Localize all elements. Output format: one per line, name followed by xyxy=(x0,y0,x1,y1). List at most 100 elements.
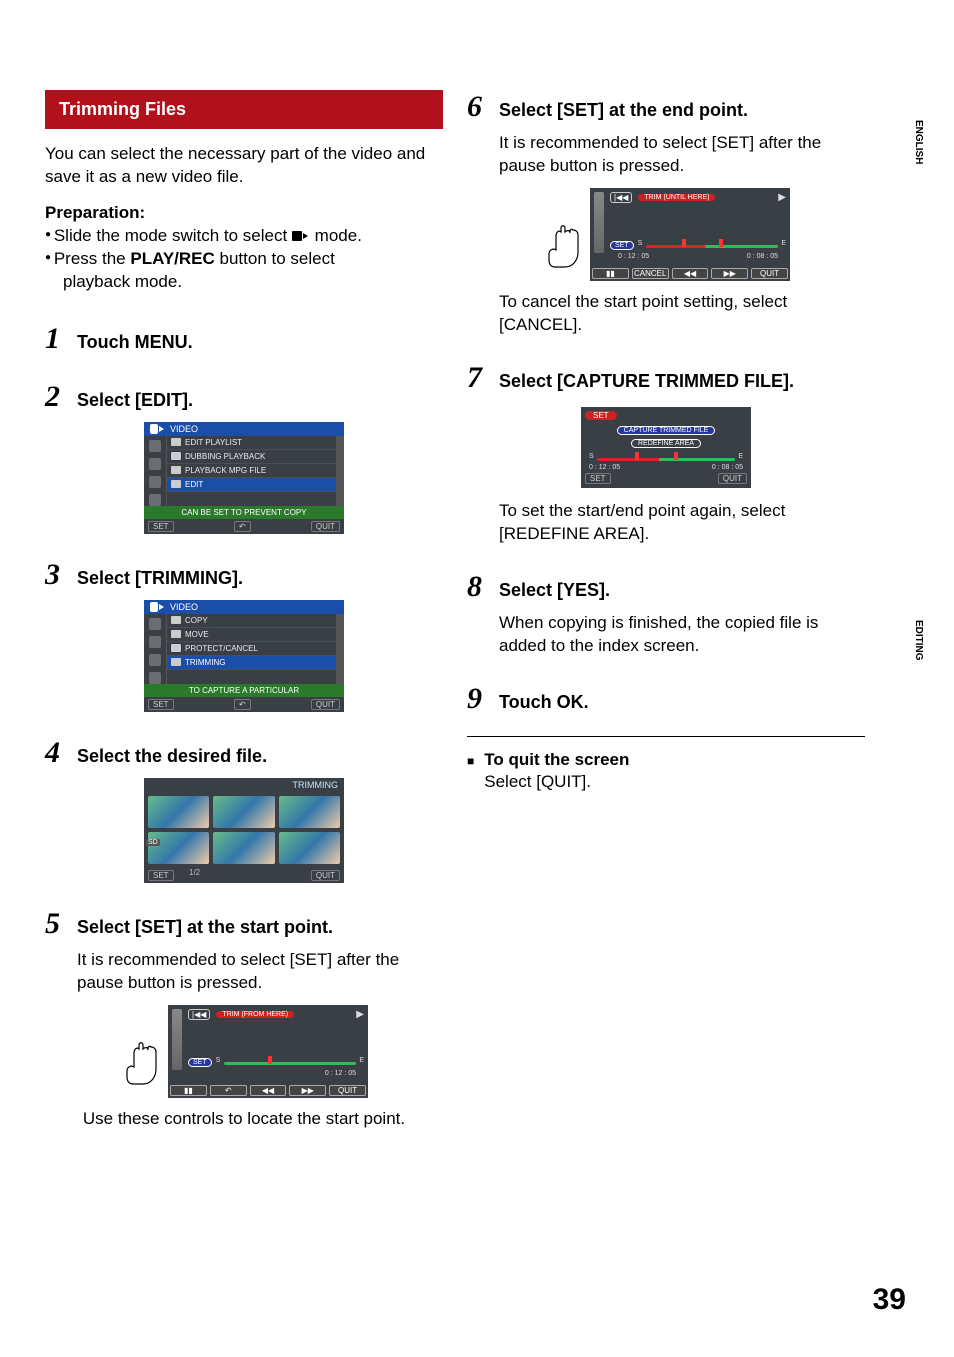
step-6-title: Select [SET] at the end point. xyxy=(499,100,748,121)
menu-item[interactable]: EDIT PLAYLIST xyxy=(167,436,336,450)
trim-end-screenshot: |◀◀ TRIM (UNTIL HERE) ▶ SET S xyxy=(542,188,790,281)
side-icon xyxy=(149,458,161,470)
rewind-button[interactable]: ◀◀ xyxy=(672,268,709,279)
side-label-editing: EDITING xyxy=(913,620,924,661)
side-icon xyxy=(149,494,161,506)
quit-button[interactable]: QUIT xyxy=(329,1085,366,1096)
hand-pointer-icon xyxy=(120,1039,162,1099)
menu-title-bar: VIDEO xyxy=(144,600,344,614)
quit-body: Select [QUIT]. xyxy=(484,771,629,794)
step-1-num: 1 xyxy=(45,322,67,356)
thumbnail[interactable] xyxy=(213,796,274,828)
quit-button[interactable]: QUIT xyxy=(718,473,747,484)
quit-button[interactable]: QUIT xyxy=(751,268,788,279)
square-bullet-icon: ■ xyxy=(467,753,474,799)
step-7-title: Select [CAPTURE TRIMMED FILE]. xyxy=(499,371,794,392)
step-8-num: 8 xyxy=(467,570,489,604)
forward-button[interactable]: ▶▶ xyxy=(711,268,748,279)
step-3-num: 3 xyxy=(45,558,67,592)
timeline[interactable]: S E xyxy=(638,241,786,251)
prep-line2a: Press the xyxy=(54,249,131,268)
menu-title-text: VIDEO xyxy=(170,424,198,434)
thumbnail[interactable] xyxy=(213,832,274,864)
left-column: Trimming Files You can select the necess… xyxy=(45,90,443,1154)
menu-side-icons xyxy=(144,436,166,506)
menu-side-icons xyxy=(144,614,166,684)
menu-scrollbar[interactable] xyxy=(336,436,344,506)
menu-item-selected[interactable]: TRIMMING xyxy=(167,656,336,670)
back-button[interactable]: ↶ xyxy=(234,521,251,532)
preparation-list: Slide the mode switch to select mode. Pr… xyxy=(45,225,443,294)
step-2-title: Select [EDIT]. xyxy=(77,390,193,411)
item-icon xyxy=(171,644,181,652)
item-icon xyxy=(171,658,181,666)
back-button[interactable]: ↶ xyxy=(234,699,251,710)
side-icon xyxy=(149,654,161,666)
item-icon xyxy=(171,480,181,488)
set-button[interactable]: SET xyxy=(148,521,174,532)
step-5: 5 Select [SET] at the start point. It is… xyxy=(45,907,443,1130)
pause-button[interactable]: ▮▮ xyxy=(592,268,629,279)
step-8-body: When copying is finished, the copied fil… xyxy=(499,612,865,658)
page-indicator: 1/2 xyxy=(189,868,954,877)
skip-back-button[interactable]: |◀◀ xyxy=(610,192,632,203)
thumbnail[interactable] xyxy=(148,796,209,828)
menu-item[interactable]: COPY xyxy=(167,614,336,628)
set-button[interactable]: SET xyxy=(148,870,174,881)
prep-line1b: mode. xyxy=(310,226,362,245)
step-5-title: Select [SET] at the start point. xyxy=(77,917,333,938)
redefine-area-option[interactable]: REDEFINE AREA xyxy=(631,439,701,448)
item-label: TRIMMING xyxy=(185,658,225,667)
menu-hint: CAN BE SET TO PREVENT COPY xyxy=(144,506,344,519)
pause-button[interactable]: ▮▮ xyxy=(170,1085,207,1096)
trim-from-here-label[interactable]: TRIM (FROM HERE) xyxy=(216,1011,294,1018)
play-indicator: ▶ xyxy=(356,1009,364,1020)
page-number: 39 xyxy=(873,1283,906,1317)
menu-title-bar: VIDEO xyxy=(144,422,344,436)
capture-trimmed-file-option[interactable]: CAPTURE TRIMMED FILE xyxy=(617,426,716,435)
forward-button[interactable]: ▶▶ xyxy=(289,1085,326,1096)
rewind-button[interactable]: ◀◀ xyxy=(250,1085,287,1096)
trim-start-screenshot: |◀◀ TRIM (FROM HERE) ▶ SET S xyxy=(120,1005,368,1098)
step-2-num: 2 xyxy=(45,380,67,414)
item-label: EDIT PLAYLIST xyxy=(185,438,242,447)
thumbnail[interactable] xyxy=(279,832,340,864)
menu-item[interactable]: PROTECT/CANCEL xyxy=(167,642,336,656)
trim-until-here-label[interactable]: TRIM (UNTIL HERE) xyxy=(638,194,715,201)
thumbnail-grid xyxy=(144,792,344,868)
cancel-button[interactable]: CANCEL xyxy=(632,268,669,279)
side-icon xyxy=(149,618,161,630)
skip-back-button[interactable]: |◀◀ xyxy=(188,1009,210,1020)
prep-line2b: button to select xyxy=(215,249,335,268)
right-column: 6 Select [SET] at the end point. It is r… xyxy=(467,90,865,1154)
set-button[interactable]: SET xyxy=(585,473,611,484)
quit-button[interactable]: QUIT xyxy=(311,699,340,710)
step-4-num: 4 xyxy=(45,736,67,770)
set-button[interactable]: SET xyxy=(148,699,174,710)
menu-item[interactable]: MOVE xyxy=(167,628,336,642)
back-button[interactable]: ↶ xyxy=(210,1085,247,1096)
item-icon xyxy=(171,616,181,624)
step-3: 3 Select [TRIMMING]. VIDEO xyxy=(45,558,443,712)
time-left: 0 : 12 : 05 xyxy=(589,464,620,471)
timeline[interactable]: S E xyxy=(216,1058,364,1068)
thumbnail[interactable] xyxy=(279,796,340,828)
menu-item-selected[interactable]: EDIT xyxy=(167,478,336,492)
menu-item[interactable]: DUBBING PLAYBACK xyxy=(167,450,336,464)
side-icon xyxy=(149,636,161,648)
set-button[interactable]: SET xyxy=(610,241,634,250)
start-marker: S xyxy=(216,1057,221,1064)
menu-item[interactable]: PLAYBACK MPG FILE xyxy=(167,464,336,478)
step-9-title: Touch OK. xyxy=(499,692,589,713)
set-button[interactable]: SET xyxy=(188,1058,212,1067)
quit-button[interactable]: QUIT xyxy=(311,521,340,532)
menu-hint: TO CAPTURE A PARTICULAR xyxy=(144,684,344,697)
item-label: EDIT xyxy=(185,480,203,489)
menu-scrollbar[interactable] xyxy=(336,614,344,684)
step-8-title: Select [YES]. xyxy=(499,580,610,601)
time-right: 0 : 08 : 05 xyxy=(712,464,743,471)
step-9: 9 Touch OK. xyxy=(467,682,865,716)
step-4-title: Select the desired file. xyxy=(77,746,267,767)
trim-sidebar xyxy=(172,1009,182,1070)
item-icon xyxy=(171,452,181,460)
